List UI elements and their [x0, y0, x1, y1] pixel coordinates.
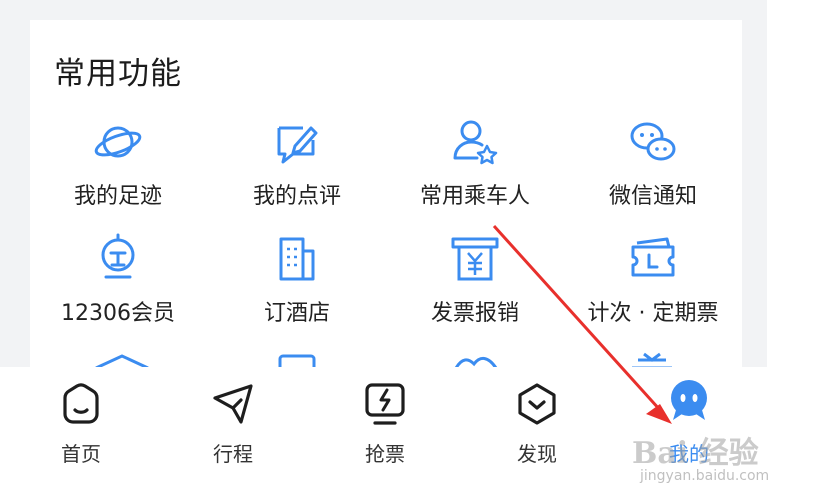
grid-item-periodic-ticket[interactable]: 计次 · 定期票 [568, 233, 738, 327]
grid-label: 计次 · 定期票 [587, 301, 719, 326]
member-icon [101, 233, 135, 279]
grid-item-invoice[interactable]: 发票报销 [390, 233, 560, 327]
tab-label: 抢票 [365, 442, 405, 466]
grid-item-hotel[interactable]: 订酒店 [212, 233, 382, 327]
paper-plane-icon [213, 384, 253, 424]
tab-home[interactable]: 首页 [31, 382, 131, 467]
passenger-star-icon [453, 120, 498, 165]
tab-trips[interactable]: 行程 [183, 382, 283, 467]
grid-label: 我的足迹 [73, 184, 162, 209]
page-background-right [742, 0, 767, 370]
grid-label: 常用乘车人 [419, 184, 530, 209]
home-icon [63, 383, 99, 424]
watermark-url: jingyan.baidu.com [640, 468, 770, 484]
section-title: 常用功能 [54, 56, 182, 92]
profile-mascot-icon [671, 380, 707, 420]
tab-grab-tickets[interactable]: 抢票 [335, 382, 435, 467]
grid-label: 12306会员 [61, 301, 175, 326]
grid-item-reviews[interactable]: 我的点评 [212, 116, 382, 210]
planet-icon [94, 126, 142, 158]
lightning-screen-icon [365, 383, 405, 425]
wechat-icon [630, 122, 676, 161]
grid-label: 我的点评 [252, 184, 341, 209]
tab-label: 发现 [517, 442, 557, 466]
grid-item-wechat[interactable]: 微信通知 [568, 116, 738, 210]
grid-item-passengers[interactable]: 常用乘车人 [390, 116, 560, 210]
grid-label: 订酒店 [263, 301, 330, 326]
page-background-top [0, 0, 767, 20]
tab-label: 首页 [61, 442, 101, 466]
page-background-left [0, 0, 30, 370]
hotel-icon [279, 237, 315, 281]
tab-label: 行程 [213, 442, 253, 466]
tab-discover[interactable]: 发现 [487, 382, 587, 467]
watermark: Bai 经验 [632, 436, 759, 471]
grid-item-footprint[interactable]: 我的足迹 [33, 116, 203, 210]
invoice-icon [451, 237, 499, 281]
grid-item-member[interactable]: 12306会员 [33, 233, 203, 327]
grid-label: 发票报销 [430, 301, 519, 326]
ticket-icon [631, 237, 675, 277]
discover-icon [518, 383, 556, 425]
grid-label: 微信通知 [608, 184, 697, 209]
comment-edit-icon [277, 126, 318, 164]
